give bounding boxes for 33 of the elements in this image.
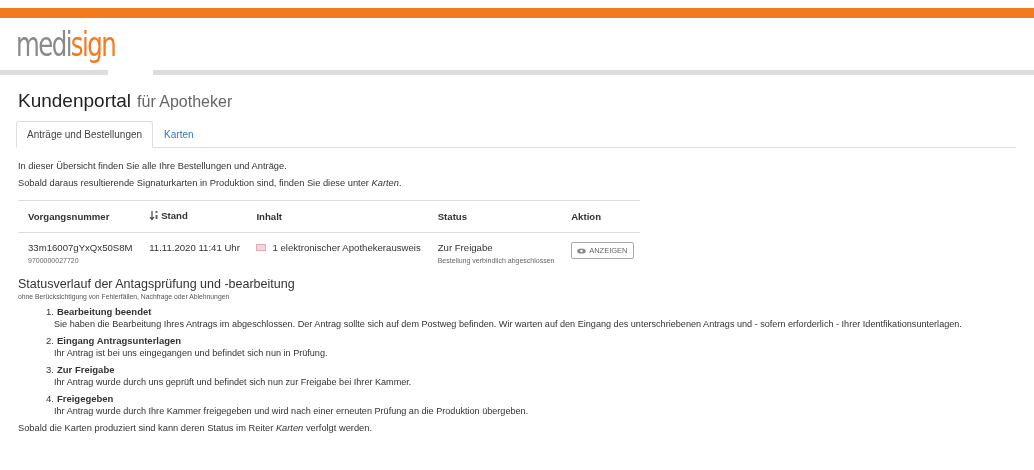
step-title: Freigegeben	[56, 393, 114, 404]
step-number: 4.	[46, 393, 54, 404]
footer-text: Sobald die Karten produziert sind kann deren Status im Reiter Karten verfolgt werden.	[18, 422, 374, 435]
step-text: Ihr Antrag wurde durch uns geprüft und befindet sich nun zur Freigabe bei Ihrer Kammer.	[53, 377, 413, 387]
step-title: Bearbeitung beendet	[56, 306, 152, 317]
column-header[interactable]: Stand	[149, 210, 188, 221]
card-icon	[256, 244, 267, 251]
sort-icon[interactable]	[149, 210, 160, 221]
logo: medisign	[16, 27, 116, 61]
tab[interactable]: Anträge und Bestellungen	[16, 121, 154, 148]
section-heading: Statusverlauf der Antagsprüfung und -bearbeitung	[18, 277, 296, 291]
column-header: Vorgangsnummer	[28, 211, 110, 222]
intro-text: In dieser Übersicht finden Sie alle Ihre Bestellungen und Anträge.	[18, 160, 288, 173]
column-header: Status	[437, 211, 468, 222]
column-header: Aktion	[571, 211, 602, 222]
step-number: 1.	[46, 306, 54, 317]
table-cell-text: Zur Freigabe	[437, 242, 494, 253]
eye-icon	[577, 247, 587, 254]
step-text: Ihr Antrag wurde durch Ihre Kammer freigegeben und wird nach einer erneuten Prüfung an die Produktion übergeben.	[53, 406, 530, 416]
table-cell: 33m16007gYxQx50S8M	[28, 242, 134, 253]
intro-text: Sobald daraus resultierende Signaturkarten in Produktion sind, finden Sie diese unter Karten.	[18, 177, 403, 190]
table-cell: 1 elektronischer Apothekerausweis	[272, 242, 421, 253]
page-title: Kundenportal	[18, 90, 132, 112]
step-text: Ihr Antrag ist bei uns eingegangen und befindet sich nun in Prüfung.	[53, 348, 329, 358]
step-number: 2.	[46, 335, 54, 346]
tab[interactable]: Karten	[153, 121, 205, 148]
step-title: Zur Freigabe	[56, 364, 115, 375]
column-header: Inhalt	[256, 211, 283, 222]
table-cell: 11.11.2020 11:41 Uhr	[149, 242, 240, 253]
step-number: 3.	[46, 364, 54, 375]
step-title: Eingang Antragsunterlagen	[56, 335, 182, 346]
step-text: Sie haben die Bearbeitung Ihres Antrags im abgeschlossen. Der Antrag sollte sich auf dem Postweg befinden. Wir warten auf den Eingang des unterschriebenen Antrags und - sofern erforderlich - Ihrer Identfikationsunterlagen.	[53, 319, 963, 329]
page-subtitle: für Apotheker	[137, 93, 233, 111]
